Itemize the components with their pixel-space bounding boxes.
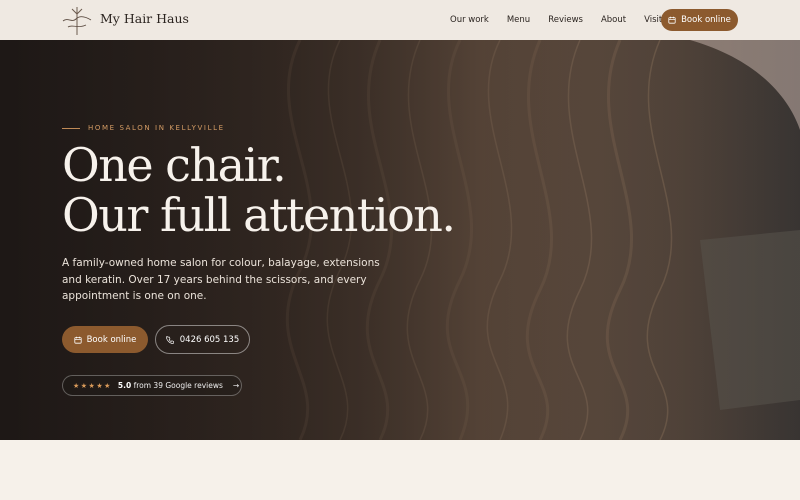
hero-eyebrow: HOME SALON IN KELLYVILLE [62,124,225,132]
header-book-button[interactable]: Book online [661,9,738,31]
calendar-icon [668,16,676,24]
arrow-right-icon: → [232,381,240,390]
reviews-badge[interactable]: ★★★★★ 5.0 from 39 Google reviews → [62,375,242,396]
eyebrow-divider [62,127,80,129]
star-icon: ★★★★★ [73,381,112,390]
rating-value: 5.0 [117,381,132,390]
main-nav: Our work Menu Reviews About Visit [450,0,680,40]
nav-our-work[interactable]: Our work [450,15,489,25]
brand-name[interactable]: My Hair Haus [100,11,189,26]
headline-line-1: One chair. [62,138,287,192]
hero-section: HOME SALON IN KELLYVILLE One chair. Our … [0,40,800,440]
site-header: My Hair Haus Our work Menu Reviews About… [0,0,800,40]
logo-icon[interactable] [60,5,94,37]
header-book-label: Book online [681,15,731,25]
calendar-icon [73,336,82,344]
hero-book-button[interactable]: Book online [62,326,148,353]
phone-number: 0426 605 135 [179,334,240,345]
nav-visit[interactable]: Visit [644,15,662,25]
call-button[interactable]: 0426 605 135 [155,325,250,354]
nav-menu[interactable]: Menu [507,15,530,25]
reviews-count: from 39 Google reviews [133,381,223,390]
phone-icon [165,335,174,344]
headline-line-2: Our full attention. [62,188,456,242]
eyebrow-text: HOME SALON IN KELLYVILLE [88,124,225,132]
hero-headline: One chair. Our full attention. [62,138,456,242]
hero-description: A family-owned home salon for colour, ba… [62,257,380,302]
nav-reviews[interactable]: Reviews [548,15,583,25]
nav-about[interactable]: About [601,15,626,25]
hero-book-label: Book online [86,334,137,345]
